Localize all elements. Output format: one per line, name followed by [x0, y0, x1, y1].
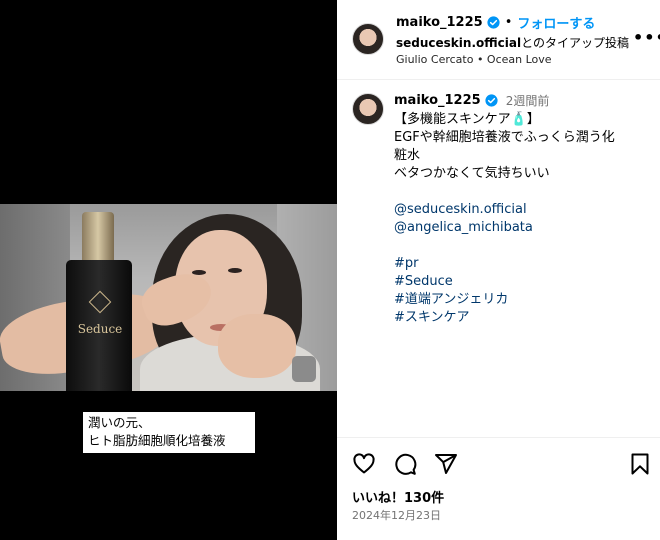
wristwatch: [292, 356, 316, 382]
bookmark-icon[interactable]: [628, 452, 652, 476]
subtitle-line: ヒト脂肪細胞順化培養液: [88, 433, 226, 448]
post-media[interactable]: Seduce 潤いの元、 ヒト脂肪細胞順化培養液: [0, 0, 337, 540]
caption-line: 【多機能スキンケア🧴】: [394, 112, 540, 127]
post-date[interactable]: 2024年12月23日: [352, 507, 441, 523]
action-bar: [352, 452, 652, 480]
caption-line: ベタつかなくて気持ちいい: [394, 166, 550, 181]
caption-line: EGFや幹細胞培養液でふっくら潤う化: [394, 130, 615, 145]
audio-link[interactable]: Giulio Cercato • Ocean Love: [396, 53, 552, 66]
comment-username[interactable]: maiko_1225: [394, 93, 481, 108]
video-subtitle: 潤いの元、 ヒト脂肪細胞順化培養液: [83, 412, 255, 453]
header-username[interactable]: maiko_1225: [396, 15, 483, 30]
header-user-row: maiko_1225 • フォローする: [396, 13, 595, 32]
mention-link[interactable]: @seduceskin.official: [394, 201, 644, 219]
comment-timestamp[interactable]: 2週間前: [506, 92, 550, 109]
video-frame[interactable]: Seduce: [0, 204, 337, 391]
post-header: maiko_1225 • フォローする seduceskin.officialと…: [337, 0, 660, 80]
separator-dot: •: [504, 15, 513, 30]
bottle-brand-text: Seduce: [77, 322, 123, 336]
post-sidebar: maiko_1225 • フォローする seduceskin.officialと…: [337, 0, 660, 540]
comment-icon[interactable]: [393, 452, 417, 476]
subtitle-line: 潤いの元、: [88, 415, 151, 430]
verified-badge-icon: [485, 94, 498, 107]
caption-text: 【多機能スキンケア🧴】 EGFや幹細胞培養液でふっくら潤う化 粧水 ベタつかなく…: [394, 111, 644, 327]
hashtag-link[interactable]: #スキンケア: [394, 309, 644, 327]
divider: [337, 437, 660, 438]
share-icon[interactable]: [434, 452, 458, 476]
bottle-pump: [82, 212, 114, 264]
avatar[interactable]: [352, 23, 384, 55]
paid-partnership-line: seduceskin.officialとのタイアップ投稿: [396, 34, 629, 51]
caption-line: 粧水: [394, 148, 421, 163]
hashtag-link[interactable]: #pr: [394, 255, 644, 273]
hashtag-link[interactable]: #道端アンジェリカ: [394, 291, 644, 309]
heart-icon[interactable]: [352, 452, 376, 476]
comment-header: maiko_1225 2週間前: [394, 92, 549, 109]
mention-link[interactable]: @angelica_michibata: [394, 219, 644, 237]
verified-badge-icon: [487, 16, 500, 29]
avatar[interactable]: [352, 93, 384, 125]
hashtag-link[interactable]: #Seduce: [394, 273, 644, 291]
eye: [228, 268, 242, 273]
partnership-label: とのタイアップ投稿: [521, 36, 629, 50]
follow-button[interactable]: フォローする: [517, 13, 595, 32]
likes-count[interactable]: いいね！130件: [352, 487, 444, 506]
more-options-icon[interactable]: •••: [633, 28, 660, 47]
partner-account-link[interactable]: seduceskin.official: [396, 36, 521, 50]
chin-hand: [218, 314, 296, 378]
